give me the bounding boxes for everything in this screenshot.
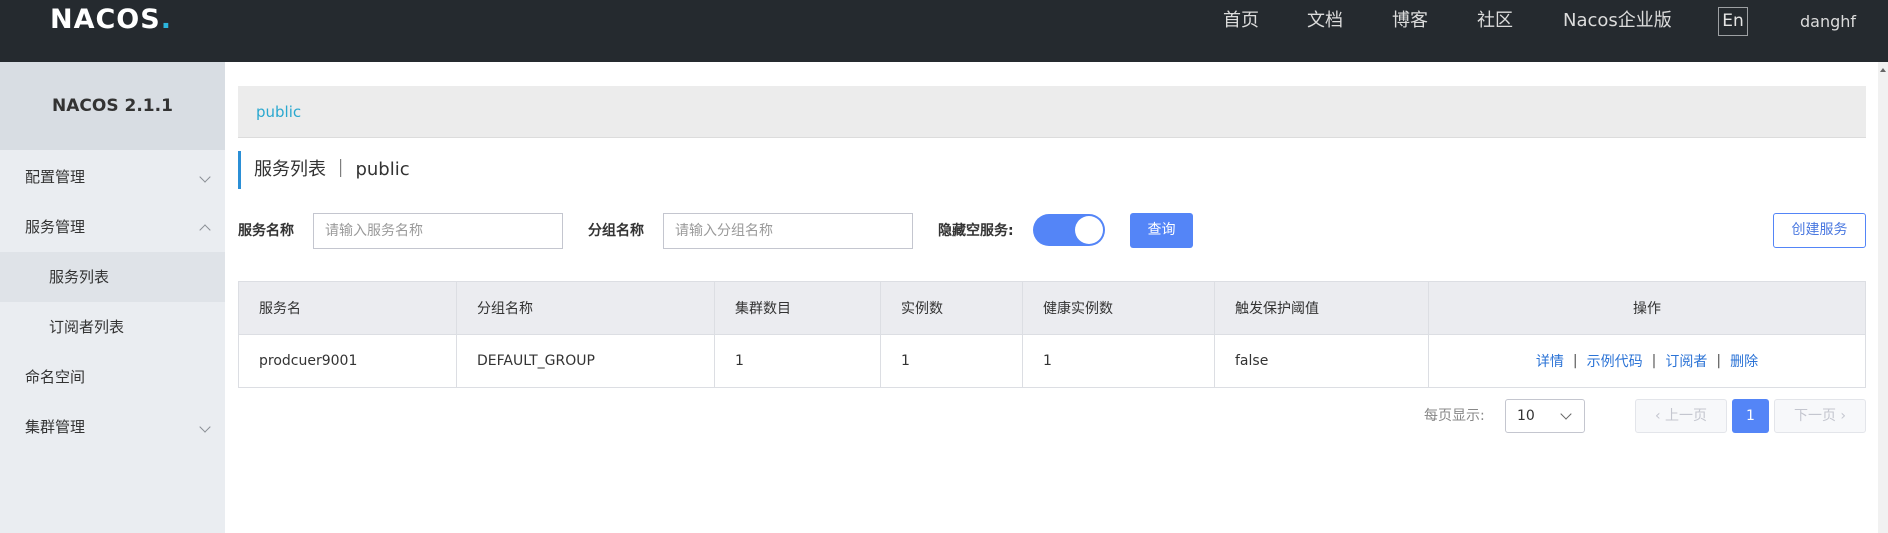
sidebar-item-label: 服务列表 [49, 268, 110, 286]
detail-link[interactable]: 详情 [1536, 351, 1564, 371]
sidebar-title: NACOS 2.1.1 [0, 62, 225, 150]
sidebar-item-service-list[interactable]: 服务列表 [0, 252, 225, 302]
sidebar-item-label: 集群管理 [25, 418, 86, 436]
sidebar-item-label: 命名空间 [25, 368, 86, 386]
next-page-button[interactable]: 下一页 › [1774, 399, 1866, 433]
separator: | [1651, 353, 1657, 369]
scroll-up-arrow-icon[interactable] [1880, 68, 1886, 72]
create-service-button[interactable]: 创建服务 [1773, 213, 1866, 248]
sidebar-item-namespace[interactable]: 命名空间 [0, 352, 225, 402]
chevron-down-icon [199, 421, 211, 433]
user-menu[interactable]: danghf [1800, 9, 1856, 35]
separator: | [1572, 353, 1578, 369]
page-title: 服务列表 ｜ public [238, 151, 410, 189]
nav-docs[interactable]: 文档 [1307, 8, 1343, 38]
sidebar-item-cluster-management[interactable]: 集群管理 [0, 402, 225, 452]
nav-home[interactable]: 首页 [1223, 8, 1259, 38]
sample-code-link[interactable]: 示例代码 [1587, 351, 1643, 371]
chevron-up-icon [199, 224, 211, 236]
next-page-label: 下一页 [1793, 408, 1836, 424]
page-size-label: 每页显示: [1424, 408, 1485, 424]
sidebar-item-subscriber-list[interactable]: 订阅者列表 [0, 302, 225, 352]
query-button[interactable]: 查询 [1130, 213, 1193, 248]
hide-empty-service-label: 隐藏空服务: [938, 223, 1014, 239]
namespace-bar: public [238, 86, 1866, 138]
column-header-service-name: 服务名 [239, 282, 457, 334]
cell-group-name: DEFAULT_GROUP [457, 335, 715, 387]
cell-protect-threshold: false [1215, 335, 1429, 387]
cell-instance-count: 1 [881, 335, 1023, 387]
sidebar-item-label: 订阅者列表 [49, 318, 125, 336]
column-header-instance-count: 实例数 [881, 282, 1023, 334]
prev-page-label: 上一页 [1665, 408, 1708, 424]
sidebar-item-label: 服务管理 [25, 218, 86, 236]
chevron-right-icon: › [1835, 408, 1847, 424]
service-table: 服务名 分组名称 集群数目 实例数 健康实例数 触发保护阈值 操作 prodcu… [238, 281, 1866, 388]
column-header-protect-threshold: 触发保护阈值 [1215, 282, 1429, 334]
chevron-down-icon [1560, 408, 1572, 420]
prev-page-button[interactable]: ‹ 上一页 [1635, 399, 1727, 433]
nav-enterprise[interactable]: Nacos企业版 [1563, 8, 1672, 38]
language-toggle-button[interactable]: En [1718, 7, 1748, 36]
namespace-public-link[interactable]: public [256, 86, 301, 138]
group-name-label: 分组名称 [588, 223, 644, 239]
page-scrollbar[interactable] [1878, 62, 1888, 533]
page-size-value: 10 [1517, 408, 1535, 424]
service-name-label: 服务名称 [238, 223, 294, 239]
column-header-group-name: 分组名称 [457, 282, 715, 334]
toggle-knob [1075, 216, 1103, 244]
chevron-down-icon [199, 171, 211, 183]
nacos-logo[interactable]: NACOS. [50, 4, 172, 38]
chevron-left-icon: ‹ [1654, 408, 1666, 424]
sidebar-item-label: 配置管理 [25, 168, 86, 186]
service-name-input[interactable] [313, 213, 563, 249]
page-size-select[interactable]: 10 [1505, 399, 1585, 433]
column-header-cluster-count: 集群数目 [715, 282, 881, 334]
nav-community[interactable]: 社区 [1477, 8, 1513, 38]
sidebar: NACOS 2.1.1 配置管理 服务管理 服务列表 订阅者列表 命名空间 集群… [0, 62, 225, 533]
cell-healthy-instance-count: 1 [1023, 335, 1215, 387]
cell-cluster-count: 1 [715, 335, 881, 387]
current-page-button[interactable]: 1 [1732, 399, 1769, 433]
separator: | [1716, 353, 1722, 369]
nav-blog[interactable]: 博客 [1392, 8, 1428, 38]
column-header-healthy-instance-count: 健康实例数 [1023, 282, 1215, 334]
top-header: NACOS. 首页 文档 博客 社区 Nacos企业版 En danghf [0, 0, 1888, 62]
hide-empty-service-toggle[interactable] [1033, 214, 1105, 246]
cell-operations: 详情 | 示例代码 | 订阅者 | 删除 [1429, 335, 1865, 387]
subscriber-link[interactable]: 订阅者 [1665, 351, 1707, 371]
group-name-input[interactable] [663, 213, 913, 249]
sidebar-item-service-management[interactable]: 服务管理 [0, 202, 225, 252]
table-row: prodcuer9001 DEFAULT_GROUP 1 1 1 false 详… [239, 335, 1865, 387]
column-header-operations: 操作 [1633, 301, 1661, 317]
table-header-row: 服务名 分组名称 集群数目 实例数 健康实例数 触发保护阈值 操作 [239, 282, 1865, 335]
sidebar-item-config-management[interactable]: 配置管理 [0, 152, 225, 202]
delete-link[interactable]: 删除 [1730, 351, 1758, 371]
cell-service-name: prodcuer9001 [239, 335, 457, 387]
